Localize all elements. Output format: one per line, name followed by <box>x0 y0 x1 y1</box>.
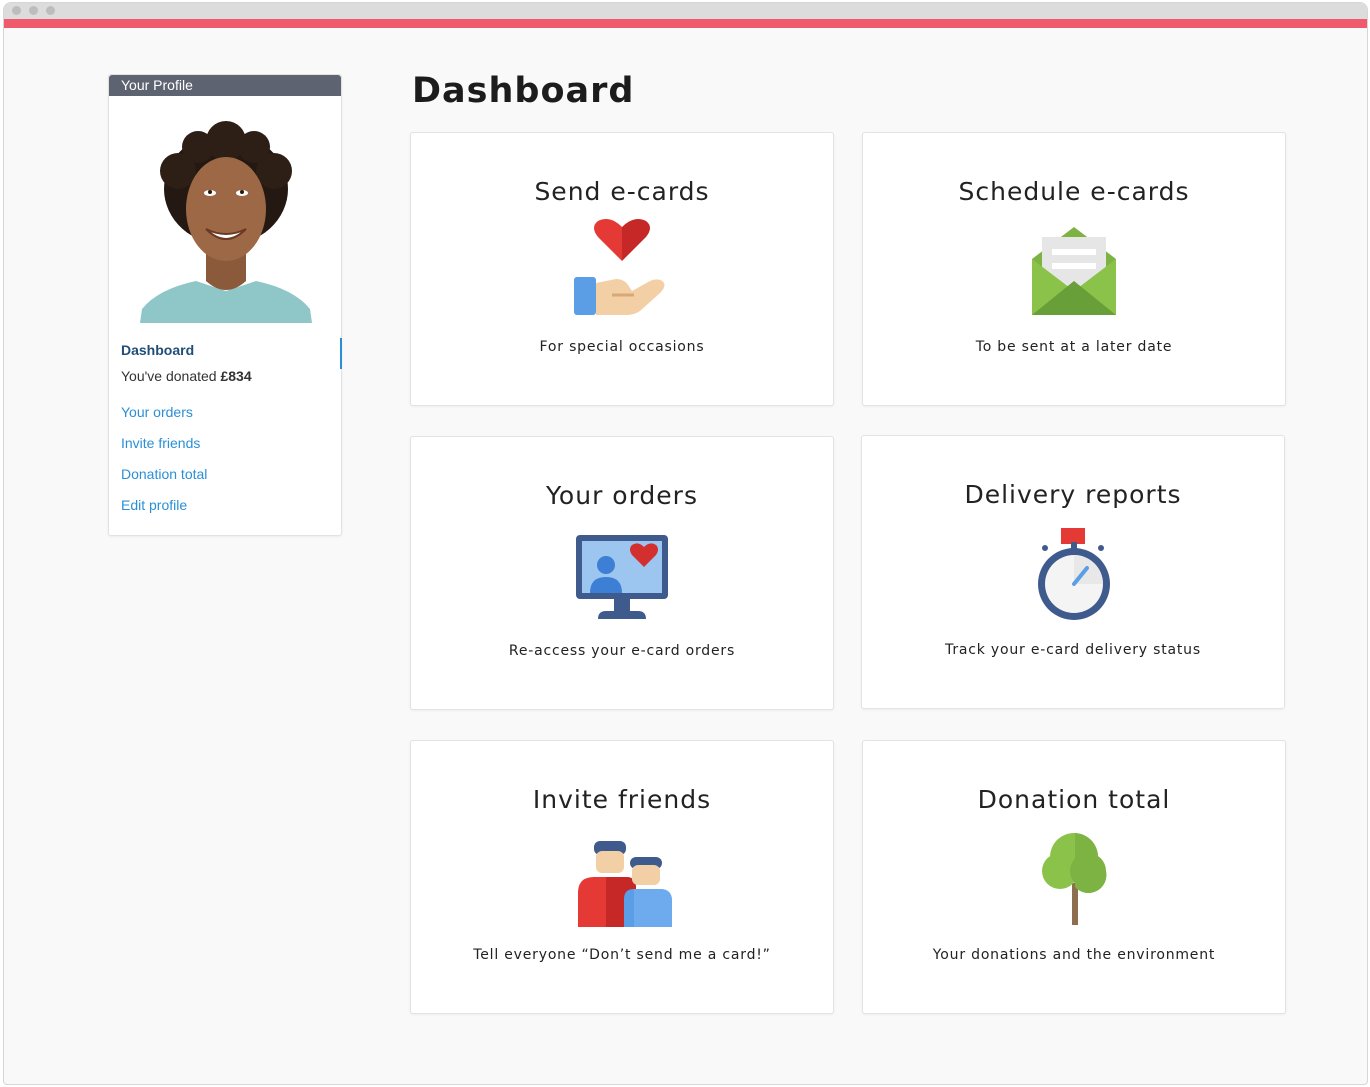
card-subtitle: Tell everyone “Don’t send me a card!” <box>473 947 771 963</box>
card-donation-total[interactable]: Donation total Your donations and the en… <box>862 740 1286 1014</box>
page-title: Dashboard <box>412 71 635 111</box>
card-schedule-ecards[interactable]: Schedule e-cards To be sent at a later d… <box>862 132 1286 406</box>
card-subtitle: To be sent at a later date <box>975 339 1173 355</box>
profile-avatar <box>138 121 314 323</box>
nav-item-dashboard[interactable]: Dashboard <box>109 338 342 369</box>
card-send-ecards[interactable]: Send e-cards For special occasions <box>410 132 834 406</box>
link-invite-friends[interactable]: Invite friends <box>109 428 341 459</box>
monitor-heart-icon <box>576 535 668 619</box>
profile-panel: Your Profile Dashboard You've donated £8… <box>108 74 342 536</box>
donated-summary: You've donated £834 <box>109 366 341 386</box>
profile-nav: Dashboard You've donated £834 Your order… <box>109 338 342 521</box>
friends-icon <box>578 841 672 927</box>
window-maximize-dot[interactable] <box>46 6 55 15</box>
card-subtitle: Track your e-card delivery status <box>945 642 1201 658</box>
link-edit-profile[interactable]: Edit profile <box>109 490 341 521</box>
nav-item-dashboard-label: Dashboard <box>121 342 195 358</box>
card-title: Your orders <box>545 481 698 510</box>
card-your-orders[interactable]: Your orders Re-access your e-card orders <box>410 436 834 710</box>
card-subtitle: For special occasions <box>539 339 705 355</box>
card-title: Delivery reports <box>964 480 1182 509</box>
card-subtitle: Re-access your e-card orders <box>508 643 736 659</box>
open-envelope-icon <box>1032 227 1116 315</box>
window-close-dot[interactable] <box>12 6 21 15</box>
card-title: Donation total <box>977 785 1171 814</box>
profile-panel-header: Your Profile <box>109 75 341 96</box>
card-invite-friends[interactable]: Invite friends Tell everyone “Don’t send… <box>410 740 834 1014</box>
link-your-orders[interactable]: Your orders <box>109 397 341 428</box>
card-subtitle: Your donations and the environment <box>932 947 1216 963</box>
heart-in-hand-icon <box>574 219 665 315</box>
donated-amount: £834 <box>220 368 252 384</box>
window-minimize-dot[interactable] <box>29 6 38 15</box>
active-indicator <box>340 338 342 369</box>
stopwatch-icon <box>1038 528 1110 620</box>
donated-label: You've donated <box>121 368 221 384</box>
card-title: Schedule e-cards <box>958 177 1190 206</box>
accent-bar <box>4 19 1367 28</box>
browser-window: Your Profile Dashboard You've donated £8… <box>3 2 1368 1085</box>
card-title: Send e-cards <box>534 177 710 206</box>
link-donation-total[interactable]: Donation total <box>109 459 341 490</box>
tree-icon <box>1042 833 1107 925</box>
card-title: Invite friends <box>532 785 712 814</box>
card-delivery-reports[interactable]: Delivery reports Track your e-card deliv… <box>861 435 1285 709</box>
window-titlebar <box>4 3 1367 19</box>
